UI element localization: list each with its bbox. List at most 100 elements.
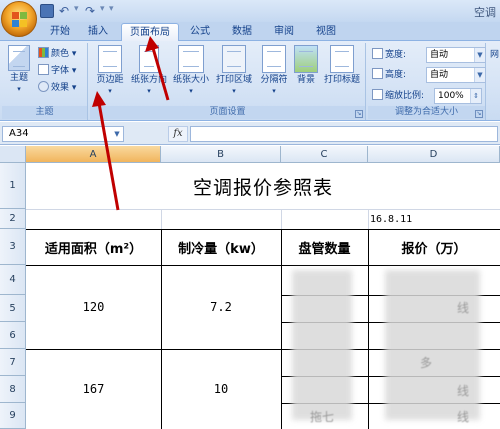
insert-function-icon[interactable]: fx (168, 126, 188, 142)
chevron-down-icon: ▾ (272, 87, 276, 95)
scale-launcher-icon[interactable]: ↘ (475, 110, 483, 118)
header-coil-count[interactable]: 盘管数量 (281, 229, 368, 265)
office-button[interactable] (1, 1, 37, 37)
tab-page-layout[interactable]: 页面布局 (121, 23, 179, 42)
undo-dropdown-icon[interactable]: ▾ (74, 4, 80, 18)
chevron-down-icon: ▾ (17, 85, 21, 93)
partial-group-label: 网 (490, 50, 500, 60)
height-select[interactable]: 自动 ▼ (426, 67, 486, 83)
height-label-row: 高度: (372, 68, 406, 82)
redo-dropdown-icon[interactable]: ▾ (100, 4, 106, 18)
effects-label: 效果 (51, 83, 70, 93)
gridline (281, 209, 282, 229)
undo-icon[interactable]: ↶ (57, 4, 71, 18)
margins-button[interactable]: 页边距 ▾ (92, 45, 128, 97)
print-area-button[interactable]: 打印区域 ▾ (212, 45, 256, 97)
scale-spinner[interactable]: 100% ⇕ (434, 88, 482, 104)
name-box[interactable]: A34 ▼ (2, 126, 124, 142)
tab-data[interactable]: 数据 (224, 23, 260, 41)
row-header-9[interactable]: 9 (0, 403, 26, 429)
themes-button[interactable]: 主题 ▾ (4, 45, 34, 95)
row-header-5[interactable]: 5 (0, 295, 26, 322)
tab-review[interactable]: 审阅 (266, 23, 302, 41)
chevron-down-icon[interactable]: ▼ (474, 68, 485, 82)
row-header-8[interactable]: 8 (0, 376, 26, 403)
chevron-down-icon[interactable]: ▼ (474, 48, 485, 62)
background-icon (294, 45, 318, 73)
row-header-4[interactable]: 4 (0, 265, 26, 295)
width-label-row: 宽度: (372, 48, 406, 62)
row-header-6[interactable]: 6 (0, 322, 26, 349)
spin-icon[interactable]: ⇕ (470, 89, 481, 103)
print-titles-label: 打印标题 (323, 75, 360, 85)
breaks-icon (262, 45, 286, 73)
width-label: 宽度: (385, 50, 407, 60)
width-select[interactable]: 自动 ▼ (426, 47, 486, 63)
header-cooling[interactable]: 制冷量（kw） (161, 229, 281, 265)
theme-colors-button[interactable]: 颜色 ▾ (38, 47, 76, 61)
tab-view[interactable]: 视图 (308, 23, 344, 41)
themes-icon (8, 45, 30, 71)
size-button[interactable]: 纸张大小 ▾ (170, 45, 212, 97)
name-box-value: A34 (9, 128, 29, 139)
background-button[interactable]: 背景 (292, 45, 320, 86)
row-header-1[interactable]: 1 (0, 163, 26, 209)
ribbon-tabs: 开始 插入 页面布局 公式 数据 审阅 视图 (0, 22, 500, 42)
width-icon (372, 48, 383, 59)
height-icon (372, 68, 383, 79)
page-setup-launcher-icon[interactable]: ↘ (355, 110, 363, 118)
column-header-d[interactable]: D (368, 146, 500, 163)
margins-icon (98, 45, 122, 73)
fonts-label: 字体 (51, 66, 70, 76)
width-value: 自动 (430, 50, 449, 60)
save-icon[interactable] (40, 4, 54, 18)
chevron-down-icon: ▾ (232, 87, 236, 95)
row-header-3[interactable]: 3 (0, 229, 26, 265)
column-header-c[interactable]: C (281, 146, 368, 163)
row-header-2[interactable]: 2 (0, 209, 26, 229)
breaks-button[interactable]: 分隔符 ▾ (256, 45, 292, 97)
gridline (161, 209, 162, 229)
column-header-b[interactable]: B (161, 146, 281, 163)
header-area[interactable]: 适用面积（m²） (26, 229, 161, 265)
background-label: 背景 (296, 75, 315, 85)
chevron-down-icon: ▾ (147, 87, 151, 95)
orientation-icon (139, 45, 159, 73)
area-cell-row2[interactable]: 167 (26, 349, 161, 429)
area-cell-row1[interactable]: 120 (26, 265, 161, 349)
chevron-down-icon[interactable]: ▼ (111, 127, 123, 141)
themes-group: 主题 ▾ 颜色 ▾ 字体 ▾ 效果 ▾ 主题 (2, 43, 88, 120)
scale-value: 100% (438, 91, 464, 101)
orientation-button[interactable]: 纸张方向 ▾ (128, 45, 170, 97)
size-label: 纸张大小 (172, 75, 209, 85)
date-cell[interactable]: 16.8.11 (368, 209, 500, 229)
cooling-cell-row2[interactable]: 10 (161, 349, 281, 429)
theme-fonts-button[interactable]: 字体 ▾ (38, 64, 76, 78)
column-header-a[interactable]: A (26, 146, 161, 163)
height-label: 高度: (385, 70, 407, 80)
quick-access-toolbar: ↶ ▾ ↷ ▾ ▾ (40, 3, 115, 19)
tab-formulas[interactable]: 公式 (182, 23, 218, 41)
print-titles-button[interactable]: 打印标题 (320, 45, 364, 86)
ribbon: 主题 ▾ 颜色 ▾ 字体 ▾ 效果 ▾ 主题 页边距 ▾ 纸张方向 ▾ 纸张大小… (0, 41, 500, 121)
office-logo-icon (12, 12, 27, 27)
blurred-text: 线 (457, 384, 470, 398)
formula-input[interactable] (190, 126, 498, 142)
tab-home[interactable]: 开始 (42, 23, 78, 41)
customize-qat-icon[interactable]: ▾ (109, 4, 115, 18)
size-icon (178, 45, 204, 73)
worksheet-grid: A B C D 1 2 3 4 5 6 7 8 9 空调报价参照表 16.8.1… (0, 146, 500, 429)
table-title[interactable]: 空调报价参照表 (26, 163, 500, 209)
scale-group-label: 调整为合适大小 (368, 106, 485, 119)
header-price[interactable]: 报价（万） (368, 229, 500, 265)
blurred-coil-column (292, 270, 352, 420)
scale-to-fit-group: 宽度: 自动 ▼ 高度: 自动 ▼ 缩放比例: 100% ⇕ 调整为合适大小 ↘ (368, 43, 486, 120)
cooling-cell-row1[interactable]: 7.2 (161, 265, 281, 349)
colors-icon (38, 47, 49, 58)
redo-icon[interactable]: ↷ (83, 4, 97, 18)
tab-insert[interactable]: 插入 (80, 23, 116, 41)
select-all-corner[interactable] (0, 146, 26, 163)
print-area-label: 打印区域 (215, 75, 252, 85)
row-header-7[interactable]: 7 (0, 349, 26, 376)
theme-effects-button[interactable]: 效果 ▾ (38, 81, 76, 95)
